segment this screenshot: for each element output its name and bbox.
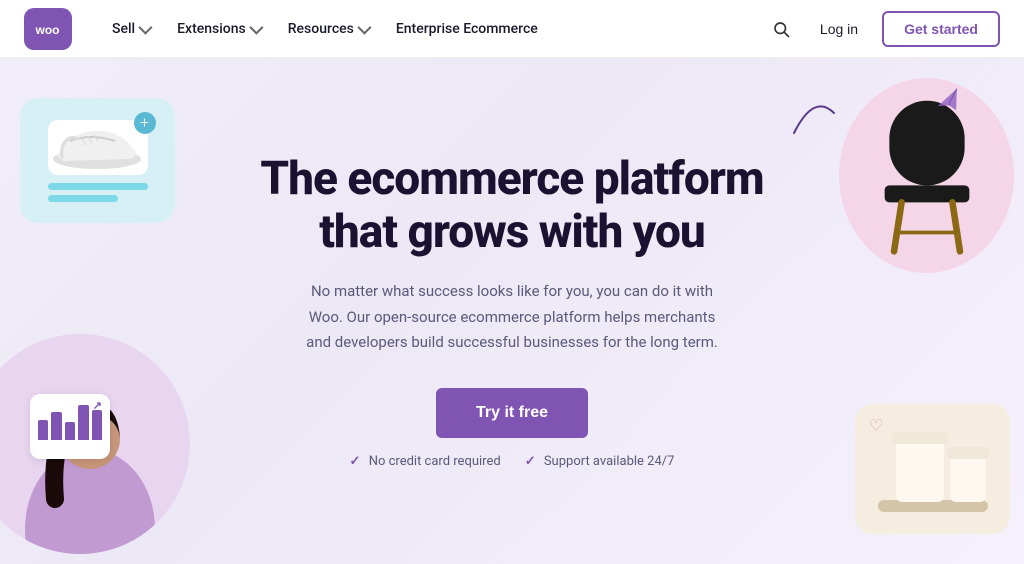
chart-arrow-icon: ↗	[93, 399, 102, 412]
chair-svg	[872, 96, 982, 256]
logo-icon: woo	[24, 8, 72, 50]
hero-subtitle: No matter what success looks like for yo…	[302, 279, 722, 356]
chart-bar-2	[51, 412, 61, 440]
search-icon	[772, 20, 790, 38]
candle-card-decoration: ♡	[855, 404, 1010, 534]
shoe-card-decoration: +	[20, 98, 175, 223]
hero-content: The ecommerce platform that grows with y…	[252, 153, 772, 468]
shoe-image: +	[48, 120, 148, 175]
heart-icon: ♡	[869, 416, 883, 435]
chart-bar-5	[92, 410, 102, 440]
badge2-text: Support available 24/7	[544, 454, 675, 469]
person-circle-decoration: ↗	[0, 334, 190, 554]
try-free-button[interactable]: Try it free	[436, 388, 588, 438]
hero-badges: ✓ No credit card required ✓ Support avai…	[350, 454, 675, 469]
shoe-line-1	[48, 183, 148, 190]
extensions-chevron-icon	[249, 20, 263, 34]
nav-extensions[interactable]: Extensions	[165, 13, 272, 45]
chair-circle-decoration	[839, 78, 1014, 273]
chart-bar-4	[78, 405, 88, 440]
nav-extensions-label: Extensions	[177, 21, 246, 37]
get-started-button[interactable]: Get started	[882, 11, 1000, 47]
chair-image	[874, 96, 979, 256]
nav-resources-label: Resources	[288, 21, 354, 37]
shoe-card-lines	[48, 183, 148, 202]
arc-decoration	[789, 88, 839, 138]
search-button[interactable]	[766, 14, 796, 44]
add-icon: +	[134, 112, 156, 134]
sell-chevron-icon	[138, 20, 152, 34]
candle-svg	[868, 422, 998, 517]
woo-logo-svg: woo	[31, 16, 65, 42]
login-button[interactable]: Log in	[812, 15, 866, 43]
nav-resources[interactable]: Resources	[276, 13, 380, 45]
nav-sell-label: Sell	[112, 21, 135, 37]
check-icon-2: ✓	[525, 454, 536, 469]
nav-sell[interactable]: Sell	[100, 13, 161, 45]
nav-enterprise[interactable]: Enterprise Ecommerce	[384, 13, 550, 45]
chart-bar-3	[65, 422, 75, 440]
check-icon-1: ✓	[350, 454, 361, 469]
hero-title: The ecommerce platform that grows with y…	[252, 153, 772, 259]
nav-enterprise-label: Enterprise Ecommerce	[396, 21, 538, 37]
chart-bar-1	[38, 420, 48, 440]
svg-text:woo: woo	[35, 23, 60, 37]
navbar: woo Sell Extensions Resources Enterprise…	[0, 0, 1024, 58]
no-credit-card-badge: ✓ No credit card required	[350, 454, 501, 469]
chart-card: ↗	[30, 394, 110, 459]
hero-section: + ↗	[0, 58, 1024, 564]
badge1-text: No credit card required	[369, 454, 501, 469]
shoe-line-2	[48, 195, 118, 202]
support-badge: ✓ Support available 24/7	[525, 454, 675, 469]
resources-chevron-icon	[357, 20, 371, 34]
nav-links: Sell Extensions Resources Enterprise Eco…	[100, 13, 766, 45]
logo[interactable]: woo	[24, 8, 72, 50]
nav-right: Log in Get started	[766, 11, 1000, 47]
shoe-svg	[50, 123, 145, 171]
